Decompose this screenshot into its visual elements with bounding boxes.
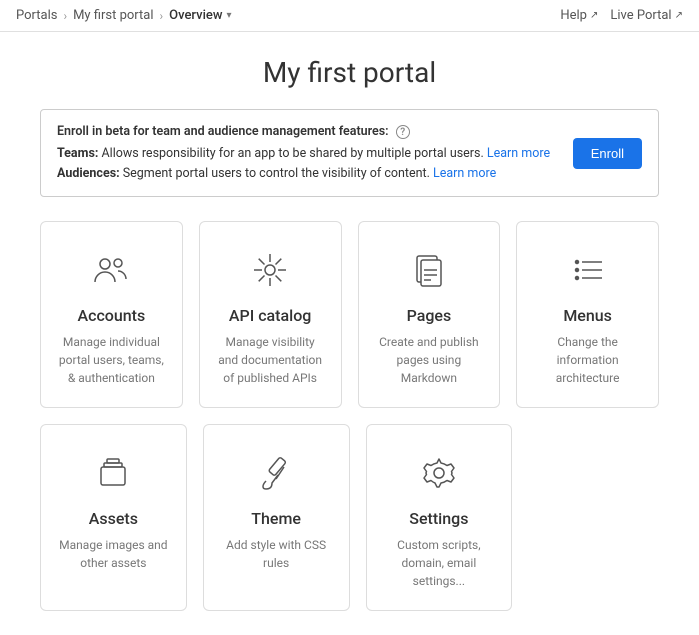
settings-desc: Custom scripts, domain, email settings..…	[383, 536, 496, 590]
cards-row-2: Assets Manage images and other assets Th…	[40, 424, 512, 611]
menus-icon	[564, 246, 612, 294]
assets-icon	[89, 449, 137, 497]
pages-icon	[405, 246, 453, 294]
nav-bar: Portals › My first portal › Overview ▾ H…	[0, 0, 699, 32]
theme-desc: Add style with CSS rules	[220, 536, 333, 572]
portals-link[interactable]: Portals	[16, 8, 57, 23]
settings-icon	[415, 449, 463, 497]
sep1: ›	[63, 9, 67, 23]
beta-notice: Enroll in beta for team and audience man…	[40, 109, 659, 197]
pages-desc: Create and publish pages using Markdown	[375, 333, 484, 387]
live-portal-link[interactable]: Live Portal ↗	[610, 8, 683, 23]
main-content: My first portal Enroll in beta for team …	[0, 32, 699, 635]
cards-section: Accounts Manage individual portal users,…	[40, 221, 659, 611]
accounts-card[interactable]: Accounts Manage individual portal users,…	[40, 221, 183, 408]
sep2: ›	[160, 9, 164, 23]
external-link-icon-2: ↗	[675, 10, 683, 21]
assets-desc: Manage images and other assets	[57, 536, 170, 572]
beta-title: Enroll in beta for team and audience man…	[57, 122, 557, 142]
menus-title: Menus	[563, 306, 612, 325]
audiences-learn-more-link[interactable]: Learn more	[433, 166, 496, 181]
settings-card[interactable]: Settings Custom scripts, domain, email s…	[366, 424, 513, 611]
cards-row-1: Accounts Manage individual portal users,…	[40, 221, 659, 408]
current-page: Overview ▾	[169, 8, 231, 23]
enroll-button[interactable]: Enroll	[573, 138, 642, 169]
accounts-icon	[87, 246, 135, 294]
api-catalog-desc: Manage visibility and documentation of p…	[216, 333, 325, 387]
pages-card[interactable]: Pages Create and publish pages using Mar…	[358, 221, 501, 408]
breadcrumb: Portals › My first portal › Overview ▾	[16, 8, 232, 23]
menus-desc: Change the information architecture	[533, 333, 642, 387]
audiences-line: Audiences: Segment portal users to contr…	[57, 164, 557, 184]
teams-line: Teams: Allows responsibility for an app …	[57, 144, 557, 164]
teams-learn-more-link[interactable]: Learn more	[487, 146, 550, 161]
nav-links: Help ↗ Live Portal ↗	[560, 8, 683, 23]
help-link[interactable]: Help ↗	[560, 8, 598, 23]
theme-title: Theme	[251, 509, 301, 528]
accounts-desc: Manage individual portal users, teams, &…	[57, 333, 166, 387]
external-link-icon: ↗	[590, 10, 598, 21]
api-catalog-card[interactable]: API catalog Manage visibility and docume…	[199, 221, 342, 408]
help-tooltip-icon[interactable]: ?	[396, 125, 410, 139]
menus-card[interactable]: Menus Change the information architectur…	[516, 221, 659, 408]
theme-card[interactable]: Theme Add style with CSS rules	[203, 424, 350, 611]
api-catalog-title: API catalog	[229, 306, 311, 325]
beta-notice-text: Enroll in beta for team and audience man…	[57, 122, 557, 184]
theme-icon	[252, 449, 300, 497]
accounts-title: Accounts	[77, 306, 145, 325]
api-catalog-icon	[246, 246, 294, 294]
settings-title: Settings	[409, 509, 468, 528]
dropdown-arrow-icon[interactable]: ▾	[227, 10, 232, 21]
assets-title: Assets	[89, 509, 138, 528]
pages-title: Pages	[407, 306, 452, 325]
page-title: My first portal	[40, 56, 659, 89]
portal-name-link[interactable]: My first portal	[73, 8, 153, 23]
assets-card[interactable]: Assets Manage images and other assets	[40, 424, 187, 611]
